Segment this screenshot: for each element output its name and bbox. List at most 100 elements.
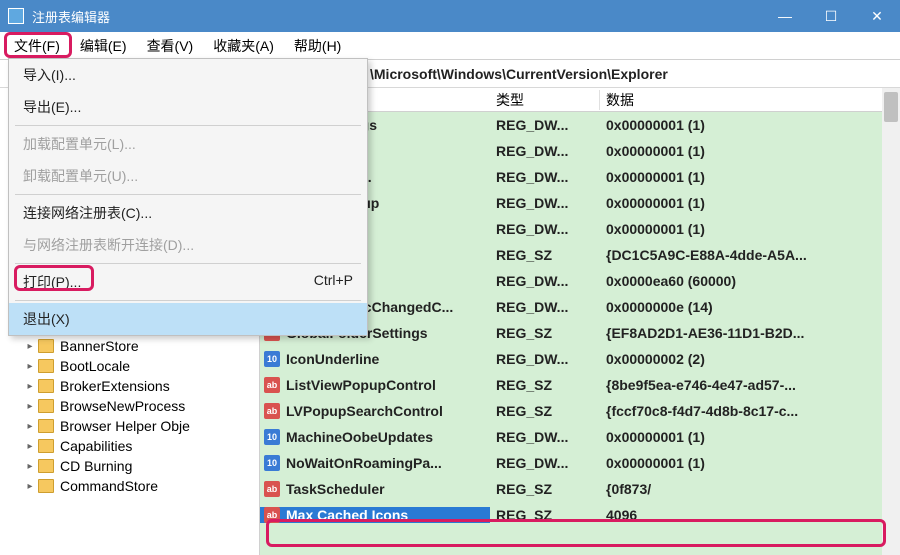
menu-item-label: 导入(I)...	[23, 65, 76, 85]
expand-icon[interactable]: ▸	[24, 341, 36, 352]
value-row[interactable]: abLVPopupSearchControlREG_SZ{fccf70c8-f4…	[260, 398, 900, 424]
menu-item-label: 卸载配置单元(U)...	[23, 166, 138, 186]
minimize-button[interactable]: —	[762, 0, 808, 32]
tree-node[interactable]: ▸ BootLocale	[0, 356, 259, 376]
value-row[interactable]: abTaskSchedulerREG_SZ{0f873/	[260, 476, 900, 502]
titlebar: 注册表编辑器 — ☐ ✕	[0, 0, 900, 32]
value-data: 0x00000001 (1)	[600, 143, 900, 159]
tree-node[interactable]: ▸ BannerStore	[0, 336, 259, 356]
maximize-button[interactable]: ☐	[808, 0, 854, 32]
expand-icon[interactable]: ▸	[24, 401, 36, 412]
folder-icon	[38, 459, 54, 473]
value-name-cell: ab Max Cached Icons	[260, 507, 490, 523]
value-type: REG_DW...	[490, 117, 600, 133]
value-data: 4096	[600, 507, 900, 523]
window-buttons: — ☐ ✕	[762, 0, 900, 32]
file-menu-dropdown: 导入(I)... 导出(E)... 加载配置单元(L)... 卸载配置单元(U)...…	[8, 58, 368, 336]
string-value-icon: ab	[264, 481, 280, 497]
tree-node-label: BrokerExtensions	[60, 378, 170, 394]
scrollbar-thumb[interactable]	[884, 92, 898, 122]
menu-file[interactable]: 文件(F)	[4, 32, 70, 60]
value-data: 0x00000001 (1)	[600, 221, 900, 237]
vertical-scrollbar[interactable]	[882, 88, 900, 555]
value-row[interactable]: ab ListViewPopupControl REG_SZ{8be9f5ea-e7…	[260, 372, 900, 398]
menu-separator	[15, 300, 361, 301]
menu-favorites[interactable]: 收藏夹(A)	[203, 32, 284, 60]
value-type: REG_SZ	[490, 325, 600, 341]
menu-separator	[15, 125, 361, 126]
value-data: {8be9f5ea-e746-4e47-ad57-...	[600, 377, 900, 393]
value-data: 0x0000000e (14)	[600, 299, 900, 315]
value-row[interactable]: abMax Cached IconsREG_SZ4096	[260, 502, 900, 528]
tree-node-label: BootLocale	[60, 358, 130, 374]
value-data: 0x00000001 (1)	[600, 117, 900, 133]
menu-separator	[15, 194, 361, 195]
tree-node[interactable]: ▸ CommandStore	[0, 476, 259, 496]
folder-icon	[38, 479, 54, 493]
menu-item[interactable]: 导出(E)...	[9, 91, 367, 123]
tree-node-label: CommandStore	[60, 478, 158, 494]
value-row[interactable]: 10NoWaitOnRoamingPa...REG_DW...0x0000000…	[260, 450, 900, 476]
tree-node[interactable]: ▸ BrokerExtensions	[0, 376, 259, 396]
value-data: 0x00000001 (1)	[600, 195, 900, 211]
value-name: MachineOobeUpdates	[286, 429, 433, 445]
menu-item: 卸载配置单元(U)...	[9, 160, 367, 192]
string-value-icon: ab	[264, 403, 280, 419]
window-title: 注册表编辑器	[32, 7, 762, 26]
value-data: {DC1C5A9C-E88A-4dde-A5A...	[600, 247, 900, 263]
value-type: REG_DW...	[490, 429, 600, 445]
col-type-header[interactable]: 类型	[490, 90, 600, 110]
expand-icon[interactable]: ▸	[24, 361, 36, 372]
menu-item-label: 连接网络注册表(C)...	[23, 203, 152, 223]
value-row[interactable]: 10MachineOobeUpdatesREG_DW...0x00000001 …	[260, 424, 900, 450]
menu-item[interactable]: 连接网络注册表(C)...	[9, 197, 367, 229]
menu-edit[interactable]: 编辑(E)	[70, 32, 137, 60]
tree-node[interactable]: ▸BrowseNewProcess	[0, 396, 259, 416]
expand-icon[interactable]: ▸	[24, 481, 36, 492]
dword-value-icon: 10	[264, 351, 280, 367]
folder-icon	[38, 359, 54, 373]
value-data: {0f873/	[600, 481, 900, 497]
value-row[interactable]: 10IconUnderlineREG_DW...0x00000002 (2)	[260, 346, 900, 372]
value-type: REG_SZ	[490, 403, 600, 419]
close-button[interactable]: ✕	[854, 0, 900, 32]
string-value-icon: ab	[264, 377, 280, 393]
tree-node-label: Browser Helper Obje	[60, 418, 190, 434]
tree-node[interactable]: ▸ CD Burning	[0, 456, 259, 476]
address-text: \Microsoft\Windows\CurrentVersion\Explor…	[370, 66, 668, 82]
value-name-cell: ab TaskScheduler	[260, 481, 490, 497]
app-icon	[8, 8, 24, 24]
value-name-cell: 10NoWaitOnRoamingPa...	[260, 455, 490, 471]
expand-icon[interactable]: ▸	[24, 421, 36, 432]
value-data: {EF8AD2D1-AE36-11D1-B2D...	[600, 325, 900, 341]
menu-help[interactable]: 帮助(H)	[284, 32, 351, 60]
string-value-icon: ab	[264, 507, 280, 523]
menu-view[interactable]: 查看(V)	[137, 32, 204, 60]
value-type: REG_DW...	[490, 143, 600, 159]
tree-node[interactable]: ▸ Browser Helper Obje	[0, 416, 259, 436]
value-type: REG_SZ	[490, 377, 600, 393]
value-name: ListViewPopupControl	[286, 377, 436, 393]
value-type: REG_DW...	[490, 273, 600, 289]
menu-item-shortcut: Ctrl+P	[314, 272, 353, 292]
folder-icon	[38, 379, 54, 393]
value-data: {fccf70c8-f4d7-4d8b-8c17-c...	[600, 403, 900, 419]
value-name-cell: abLVPopupSearchControl	[260, 403, 490, 419]
value-type: REG_SZ	[490, 247, 600, 263]
col-data-header[interactable]: 数据	[600, 90, 900, 110]
value-name: TaskScheduler	[286, 481, 385, 497]
value-type: REG_DW...	[490, 455, 600, 471]
tree-node[interactable]: ▸Capabilities	[0, 436, 259, 456]
menu-item[interactable]: 导入(I)...	[9, 59, 367, 91]
expand-icon[interactable]: ▸	[24, 381, 36, 392]
expand-icon[interactable]: ▸	[24, 461, 36, 472]
value-name: Max Cached Icons	[286, 507, 408, 523]
tree-node-label: CD Burning	[60, 458, 132, 474]
tree-node-label: BannerStore	[60, 338, 139, 354]
menu-item[interactable]: 打印(P)... Ctrl+P	[9, 266, 367, 298]
expand-icon[interactable]: ▸	[24, 441, 36, 452]
menu-item: 加载配置单元(L)...	[9, 128, 367, 160]
menu-item-label: 打印(P)...	[23, 272, 81, 292]
value-data: 0x00000001 (1)	[600, 169, 900, 185]
menu-item[interactable]: 退出(X)	[9, 303, 367, 335]
